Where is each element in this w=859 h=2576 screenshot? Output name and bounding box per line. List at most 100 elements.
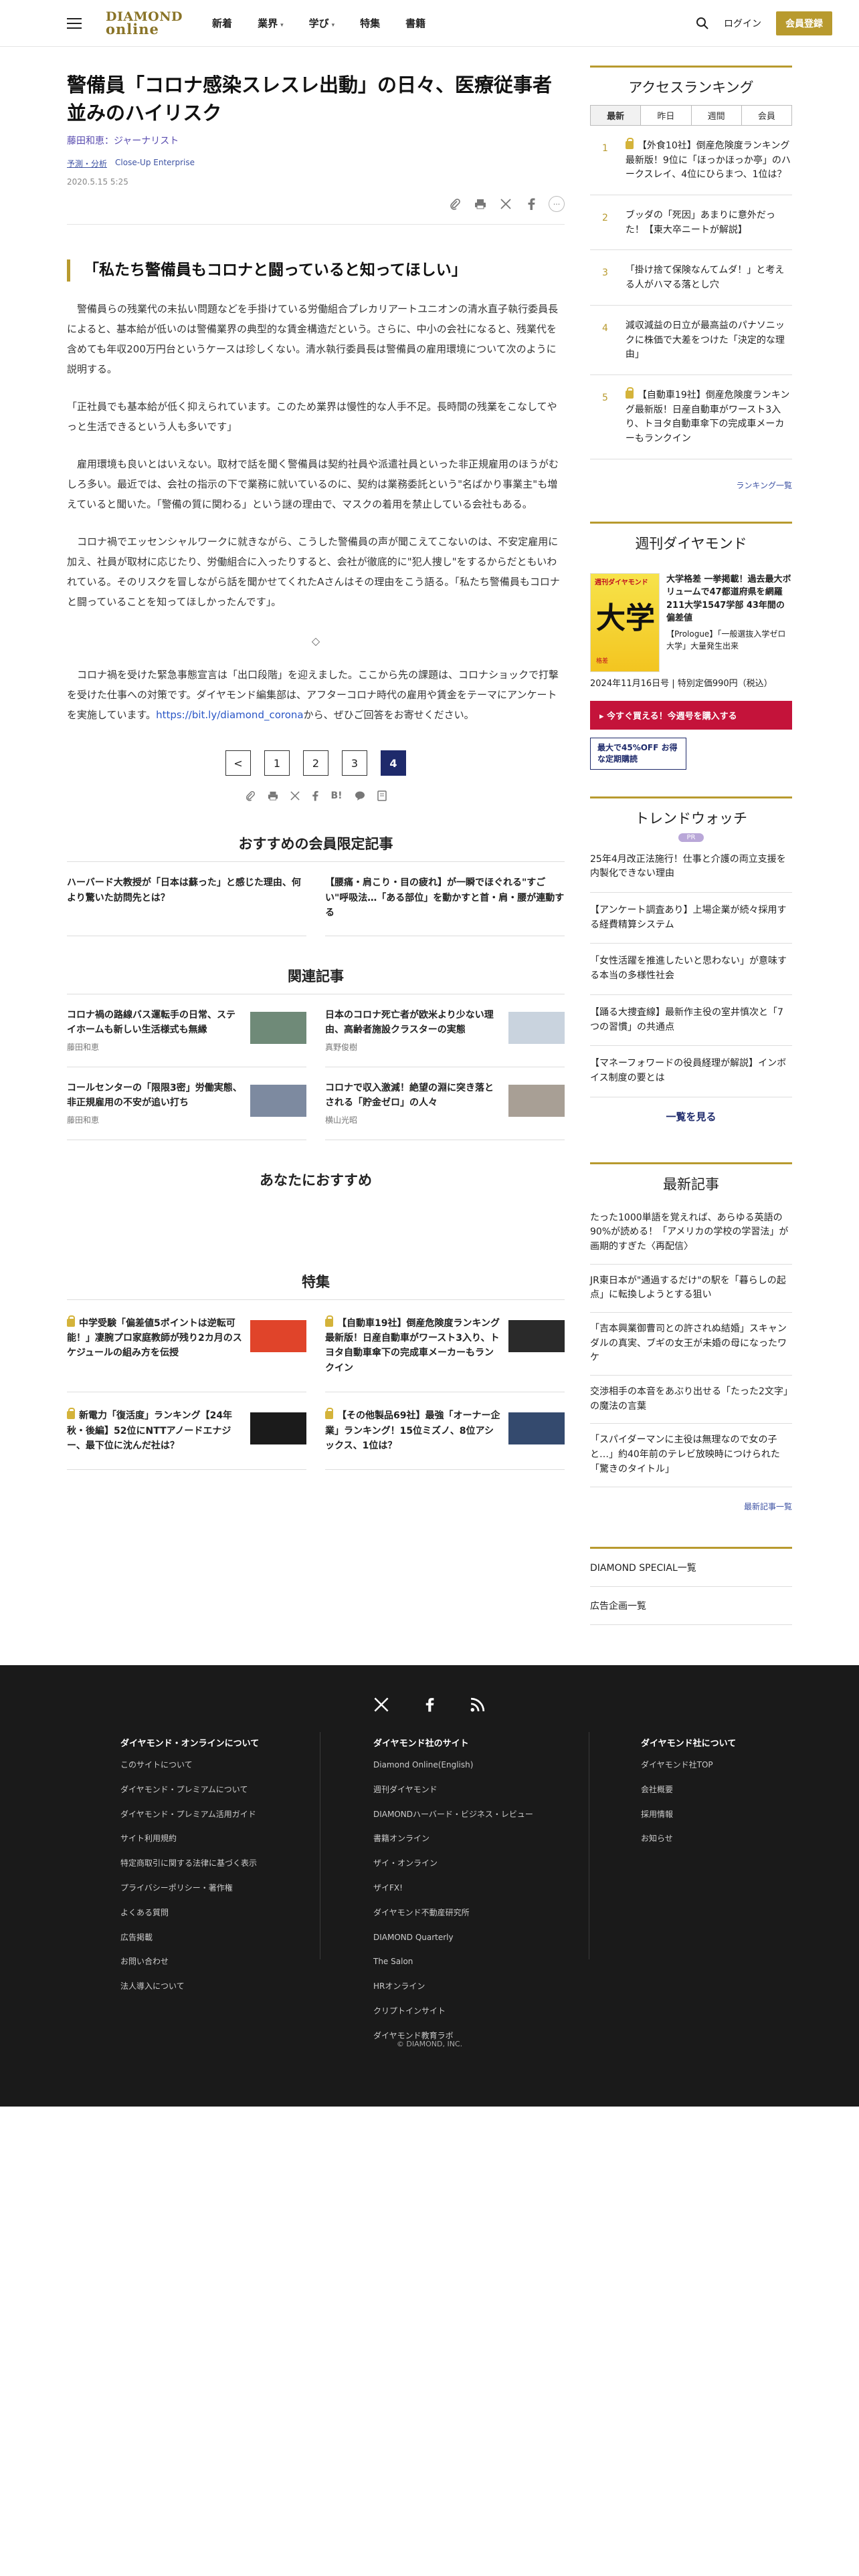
page-button[interactable]: 2	[303, 750, 328, 776]
nav-item[interactable]: 新着	[212, 16, 232, 30]
paperclip-icon[interactable]	[447, 196, 463, 212]
buy-issue-button[interactable]: ▸ 今すぐ買える！今週号を購入する	[590, 701, 792, 730]
rss-icon[interactable]	[470, 1697, 485, 1716]
trend-more-button[interactable]: 一覧を見る	[590, 1097, 792, 1136]
ranking-tab[interactable]: 会員	[741, 106, 791, 125]
nav-item[interactable]: 学び ▾	[309, 16, 335, 30]
line-icon[interactable]	[355, 790, 365, 804]
footer-link[interactable]: 書籍オンライン	[373, 1833, 533, 1844]
related-item[interactable]: 日本のコロナ死亡者が欧米より少ない理由、高齢者施設クラスターの実態 真野俊樹	[325, 994, 565, 1067]
magazine-cover[interactable]: 週刊ダイヤモンド 大学 格差	[590, 572, 660, 672]
related-thumbnail[interactable]	[508, 1084, 565, 1117]
recommend-item[interactable]: ハーバード大教授が「日本は蘇った」と感じた理由、何より驚いた訪問先とは？	[67, 862, 306, 936]
footer-link[interactable]: 採用情報	[641, 1809, 736, 1820]
search-icon[interactable]	[696, 17, 709, 30]
trend-item[interactable]: 【マネーフォワードの役員経理が解説】インボイス制度の要とは	[590, 1046, 792, 1097]
footer-link[interactable]: ダイヤモンド・プレミアム活用ガイド	[120, 1809, 259, 1820]
footer-link[interactable]: お問い合わせ	[120, 1956, 259, 1967]
related-item[interactable]: コールセンターの「限限3密」労働実態、非正規雇用の不安が追い打ち 藤田和恵	[67, 1067, 306, 1140]
prev-page-button[interactable]: <	[225, 750, 251, 776]
related-thumbnail[interactable]	[250, 1011, 306, 1044]
footer-link[interactable]: プライバシーポリシー・著作権	[120, 1883, 259, 1894]
pocket-icon[interactable]	[377, 790, 387, 804]
login-link[interactable]: ログイン	[724, 17, 761, 30]
footer-link[interactable]: ザイ・オンライン	[373, 1858, 533, 1869]
footer-link[interactable]: このサイトについて	[120, 1759, 259, 1771]
facebook-icon[interactable]	[425, 1697, 434, 1716]
latest-item[interactable]: 「スパイダーマンに主役は無理なので女の子と…」約40年前のテレビ放映時につけられ…	[590, 1424, 792, 1487]
trend-item[interactable]: 「女性活躍を推進したいと思わない」が意味する本当の多様性社会	[590, 944, 792, 995]
x-icon[interactable]	[498, 196, 514, 212]
facebook-icon[interactable]	[523, 196, 539, 212]
nav-item[interactable]: 書籍	[405, 16, 425, 30]
special-link[interactable]: DIAMOND SPECIAL一覧	[590, 1546, 792, 1586]
trend-item[interactable]: 【アンケート調査あり】上場企業が続々採用する経費精算システム	[590, 893, 792, 944]
ranking-item[interactable]: 5 【自動車19社】倒産危険度ランキング最新版！日産自動車がワースト3入り、トヨタ…	[590, 375, 792, 459]
subscribe-button[interactable]: 最大で45%OFF お得な定期購読	[590, 738, 686, 770]
latest-item[interactable]: たった1000単語を覚えれば、あらゆる英語の90%が読める！「アメリカの学校の学…	[590, 1202, 792, 1265]
page-button[interactable]: 1	[264, 750, 290, 776]
footer-link[interactable]: クリプトインサイト	[373, 2006, 533, 2017]
page-button[interactable]: 3	[342, 750, 367, 776]
footer-link[interactable]: 週刊ダイヤモンド	[373, 1784, 533, 1796]
ranking-item[interactable]: 2 ブッダの「死因」あまりに意外だった！【東大卒ニートが解説】	[590, 195, 792, 251]
footer-link[interactable]: お知らせ	[641, 1833, 736, 1844]
ranking-tab[interactable]: 最新	[591, 106, 641, 125]
author-link[interactable]: 藤田和恵：ジャーナリスト	[67, 134, 565, 147]
latest-more-link[interactable]: 最新記事一覧	[590, 1487, 792, 1525]
feature-thumbnail[interactable]	[508, 1412, 565, 1445]
nav-item[interactable]: 業界 ▾	[258, 16, 284, 30]
paperclip-icon[interactable]	[245, 790, 256, 804]
latest-item[interactable]: JR東日本が"通過するだけ"の駅を「暮らしの起点」に転換しようとする狙い	[590, 1265, 792, 1313]
ranking-item[interactable]: 4 減収減益の日立が最高益のパナソニックに株価で大差をつけた「決定的な理由」	[590, 306, 792, 375]
series-link[interactable]: Close-Up Enterprise	[115, 158, 195, 169]
trend-item[interactable]: 【踊る大捜査線】最新作主役の室井慎次と「7つの習慣」の共通点	[590, 995, 792, 1047]
ad-link[interactable]: 広告企画一覧	[590, 1586, 792, 1625]
footer-link[interactable]: 会社概要	[641, 1784, 736, 1796]
footer-link[interactable]: 特定商取引に関する法律に基づく表示	[120, 1858, 259, 1869]
x-icon[interactable]	[374, 1697, 389, 1716]
feature-item[interactable]: 【自動車19社】倒産危険度ランキング最新版！日産自動車がワースト3入り、トヨタ自…	[325, 1300, 565, 1393]
footer-link[interactable]: ダイヤモンド不動産研究所	[373, 1907, 533, 1919]
footer-link[interactable]: DIAMOND Quarterly	[373, 1932, 533, 1943]
related-thumbnail[interactable]	[250, 1084, 306, 1117]
more-icon[interactable]: ···	[549, 196, 565, 213]
latest-item[interactable]: 「吉本興業御曹司との許されぬ結婚」スキャンダルの真実、ブギの女王が未婚の母になっ…	[590, 1313, 792, 1376]
footer-link[interactable]: 法人導入について	[120, 1981, 259, 1992]
facebook-icon[interactable]	[312, 790, 319, 804]
footer-link[interactable]: The Salon	[373, 1956, 533, 1967]
survey-link[interactable]: https://bit.ly/diamond_corona	[156, 709, 304, 721]
nav-item[interactable]: 特集	[360, 16, 380, 30]
feature-thumbnail[interactable]	[508, 1319, 565, 1352]
print-icon[interactable]	[268, 790, 278, 804]
page-button[interactable]: 4	[381, 750, 406, 776]
ranking-tab[interactable]: 昨日	[640, 106, 690, 125]
hatena-icon[interactable]: B!	[330, 790, 342, 804]
menu-icon[interactable]	[67, 17, 82, 29]
ranking-item[interactable]: 3 「掛け捨て保険なんてムダ！」と考える人がハマる落とし穴	[590, 250, 792, 306]
x-icon[interactable]	[290, 790, 300, 804]
feature-thumbnail[interactable]	[250, 1412, 306, 1445]
category-link[interactable]: 予測・分析	[67, 158, 107, 169]
related-item[interactable]: コロナで収入激減！絶望の淵に突き落とされる「貯金ゼロ」の人々 横山光昭	[325, 1067, 565, 1140]
footer-link[interactable]: ダイヤモンド社TOP	[641, 1759, 736, 1771]
member-register-button[interactable]: 会員登録	[776, 11, 832, 35]
footer-link[interactable]: サイト利用規約	[120, 1833, 259, 1844]
print-icon[interactable]	[472, 196, 488, 212]
footer-link[interactable]: 広告掲載	[120, 1932, 259, 1943]
trend-item[interactable]: 25年4月改正法施行！仕事と介護の両立支援を内製化できない理由	[590, 842, 792, 893]
recommend-item[interactable]: 【腰痛・肩こり・目の疲れ】が一瞬でほぐれる"すごい"呼吸法…「ある部位」を動かす…	[325, 862, 565, 936]
ranking-tab[interactable]: 週間	[690, 106, 741, 125]
footer-link[interactable]: よくある質問	[120, 1907, 259, 1919]
ranking-item[interactable]: 1 【外食10社】倒産危険度ランキング最新版！9位に「ほっかほっか亭」のハークスレ…	[590, 126, 792, 196]
feature-item[interactable]: 【その他製品69社】最強「オーナー企業」ランキング！15位ミズノ、8位アシックス…	[325, 1392, 565, 1471]
feature-item[interactable]: 中学受験「偏差値5ポイントは逆転可能！」凄腕プロ家庭教師が残り2カ月のスケジュー…	[67, 1300, 306, 1393]
footer-link[interactable]: ダイヤモンド・プレミアムについて	[120, 1784, 259, 1796]
feature-thumbnail[interactable]	[250, 1319, 306, 1352]
footer-link[interactable]: DIAMONDハーバード・ビジネス・レビュー	[373, 1809, 533, 1820]
ranking-more-link[interactable]: ランキング一覧	[590, 459, 792, 491]
footer-link[interactable]: ザイFX!	[373, 1883, 533, 1894]
feature-item[interactable]: 新電力「復活度」ランキング【24年秋・後編】52位にNTTアノードエナジー、最下…	[67, 1392, 306, 1471]
site-logo[interactable]: DIAMOND online	[106, 10, 183, 36]
related-item[interactable]: コロナ禍の路線バス運転手の日常、ステイホームも新しい生活様式も無縁 藤田和恵	[67, 994, 306, 1067]
